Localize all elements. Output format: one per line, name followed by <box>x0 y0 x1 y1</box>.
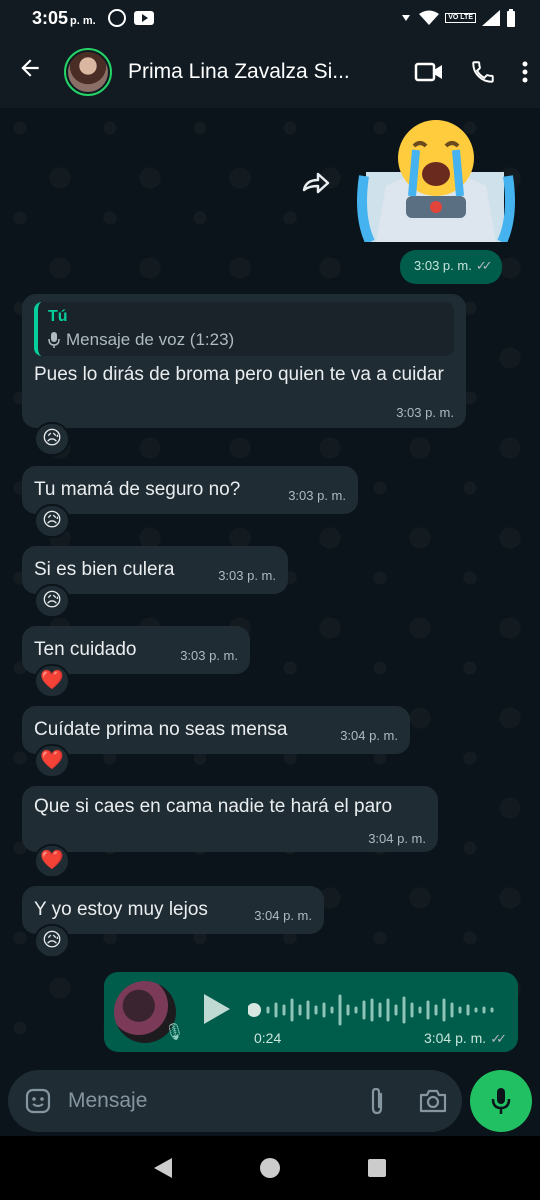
message-time: 3:03 p. m. <box>414 258 472 273</box>
camera-icon[interactable] <box>418 1088 448 1114</box>
reaction-badge[interactable]: ❤️ <box>34 664 70 698</box>
contact-avatar[interactable] <box>64 48 112 96</box>
message-bubble[interactable]: Tú Mensaje de voz (1:23) Pues lo dirás d… <box>22 294 466 428</box>
avatar-image <box>68 52 108 92</box>
contact-name[interactable]: Prima Lina Zavalza Si... <box>128 60 356 84</box>
crying-sticker[interactable] <box>356 116 516 242</box>
status-time-value: 3:05 <box>32 7 69 28</box>
waveform[interactable] <box>248 994 500 1026</box>
status-time: 3:05 p. m. <box>32 8 96 29</box>
reaction-badge[interactable]: 😥 <box>34 504 70 538</box>
video-call-icon[interactable] <box>414 60 444 84</box>
lte-icon: VO LTE <box>445 13 476 23</box>
voice-record-button[interactable] <box>470 1070 532 1132</box>
sticker-time-badge: 3:03 p. m. ✓✓ <box>400 250 502 284</box>
message-text: Cuídate prima no seas mensa <box>34 719 288 740</box>
arrow-left-icon <box>21 59 39 77</box>
read-ticks-icon: ✓✓ <box>475 258 493 273</box>
nav-recents-icon[interactable] <box>368 1159 386 1177</box>
quoted-text-value: Mensaje de voz (1:23) <box>66 330 235 349</box>
message-time: 3:03 p. m. <box>218 567 276 583</box>
system-icons: VO LTE <box>399 9 516 27</box>
sticker-icon[interactable] <box>24 1087 52 1115</box>
reaction-badge[interactable]: 😥 <box>34 422 70 456</box>
message-time: 3:04 p. m. <box>340 727 398 743</box>
mic-icon <box>48 332 60 348</box>
message-time: 3:04 p. m. <box>254 907 312 923</box>
message-bubble[interactable]: Que si caes en cama nadie te hará el par… <box>22 786 438 852</box>
play-button[interactable] <box>204 994 230 1024</box>
nav-back-icon[interactable] <box>154 1158 172 1178</box>
phone-call-icon[interactable] <box>470 59 496 85</box>
reaction-badge[interactable]: 😥 <box>34 924 70 958</box>
wifi-icon <box>419 10 440 25</box>
notification-icons <box>107 9 154 27</box>
reaction-badge[interactable]: ❤️ <box>34 744 70 778</box>
signal-icon <box>482 10 500 26</box>
voice-message[interactable]: 🎙 0:24 3:04 p. m. ✓✓ <box>104 972 518 1052</box>
microphone-icon <box>491 1088 511 1114</box>
message-time: 3:03 p. m. <box>180 647 238 663</box>
message-text: Tu mamá de seguro no? <box>34 479 241 500</box>
message-time: 3:04 p. m. <box>368 831 426 846</box>
battery-icon <box>507 9 515 27</box>
quoted-author: Tú <box>48 308 68 325</box>
chat-area[interactable]: 3:03 p. m. ✓✓ Tú Mensaje de voz (1:23) Pu… <box>0 108 540 1068</box>
quoted-text: Mensaje de voz (1:23) <box>48 330 444 350</box>
message-text: Si es bien culera <box>34 559 175 580</box>
whatsapp-icon <box>107 9 126 27</box>
mic-icon: 🎙 <box>164 1024 185 1041</box>
quoted-message[interactable]: Tú Mensaje de voz (1:23) <box>34 302 454 356</box>
compose-bar: Mensaje <box>0 1068 540 1136</box>
chat-header: Prima Lina Zavalza Si... <box>0 36 540 108</box>
nav-home-icon[interactable] <box>260 1158 280 1178</box>
input-placeholder: Mensaje <box>68 1089 148 1112</box>
message-text: Ten cuidado <box>34 639 137 660</box>
reaction-badge[interactable]: 😥 <box>34 584 70 618</box>
message-time: 3:04 p. m. ✓✓ <box>423 1030 507 1047</box>
message-text: Y yo estoy muy lejos <box>34 899 208 920</box>
back-button[interactable] <box>0 55 60 89</box>
voice-time-value: 3:04 p. m. <box>423 1030 487 1046</box>
message-text: Que si caes en cama nadie te hará el par… <box>34 796 393 817</box>
attach-icon[interactable] <box>366 1086 388 1116</box>
message-input[interactable]: Mensaje <box>8 1070 462 1132</box>
system-navigation-bar <box>0 1136 540 1200</box>
read-ticks-icon: ✓✓ <box>490 1031 507 1046</box>
youtube-icon <box>133 11 154 25</box>
status-ampm: p. m. <box>70 14 96 27</box>
message-time: 3:03 p. m. <box>288 487 346 503</box>
forward-icon[interactable] <box>298 166 334 202</box>
data-arrows-icon <box>402 15 411 21</box>
more-options-icon[interactable] <box>522 60 528 84</box>
message-bubble[interactable]: Tu mamá de seguro no? 3:03 p. m. <box>22 466 358 514</box>
message-time: 3:03 p. m. <box>396 405 454 420</box>
message-bubble[interactable]: Cuídate prima no seas mensa 3:04 p. m. <box>22 706 410 754</box>
message-bubble[interactable]: Y yo estoy muy lejos 3:04 p. m. <box>22 886 324 934</box>
reaction-badge[interactable]: ❤️ <box>34 844 70 878</box>
voice-duration: 0:24 <box>254 1030 282 1046</box>
status-bar: 3:05 p. m. VO LTE <box>0 0 540 36</box>
message-text: Pues lo dirás de broma pero quien te va … <box>34 364 444 385</box>
